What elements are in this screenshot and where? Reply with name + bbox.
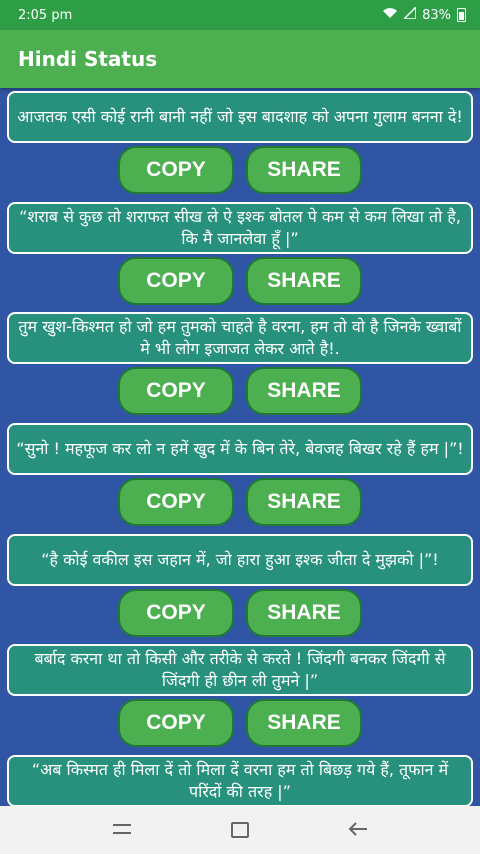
status-card: “अब किस्मत ही मिला दें तो मिला दें वरना … <box>7 755 473 806</box>
share-button[interactable]: SHARE <box>246 257 362 305</box>
copy-button[interactable]: COPY <box>118 589 234 637</box>
copy-button[interactable]: COPY <box>118 257 234 305</box>
copy-button[interactable]: COPY <box>118 699 234 747</box>
back-icon[interactable] <box>343 818 373 843</box>
app-bar: Hindi Status <box>0 30 480 88</box>
copy-button[interactable]: COPY <box>118 367 234 415</box>
status-card: “सुनो ! महफूज कर लो न हमें खुद में के बि… <box>7 423 473 475</box>
share-button[interactable]: SHARE <box>246 367 362 415</box>
share-button[interactable]: SHARE <box>246 589 362 637</box>
signal-icon <box>402 5 417 23</box>
status-list[interactable]: आजतक एसी कोई रानी बानी नहीं जो इस बादशाह… <box>0 88 480 806</box>
share-button[interactable]: SHARE <box>246 478 362 526</box>
status-icons: 83% <box>382 5 466 23</box>
status-bar: 2:05 pm 83% <box>0 0 480 30</box>
wifi-icon <box>382 7 398 23</box>
copy-button[interactable]: COPY <box>118 478 234 526</box>
share-button[interactable]: SHARE <box>246 146 362 194</box>
share-button[interactable]: SHARE <box>246 699 362 747</box>
status-time: 2:05 pm <box>18 7 73 23</box>
battery-icon <box>457 8 466 22</box>
status-card: तुम खुश-किश्मत हो जो हम तुमको चाहते है व… <box>7 312 473 364</box>
status-card: बर्बाद करना था तो किसी और तरीके से करते … <box>7 644 473 696</box>
status-card: “है कोई वकील इस जहान में, जो हारा हुआ इश… <box>7 534 473 586</box>
status-card: “शराब से कुछ तो शराफत सीख ले ऐ इश्क बोतल… <box>7 202 473 254</box>
copy-button[interactable]: COPY <box>118 146 234 194</box>
menu-icon[interactable] <box>107 818 137 843</box>
status-card: आजतक एसी कोई रानी बानी नहीं जो इस बादशाह… <box>7 91 473 143</box>
battery-percent: 83% <box>422 7 451 23</box>
recents-icon[interactable] <box>231 822 249 838</box>
app-title: Hindi Status <box>18 47 158 71</box>
navigation-bar <box>0 806 480 854</box>
